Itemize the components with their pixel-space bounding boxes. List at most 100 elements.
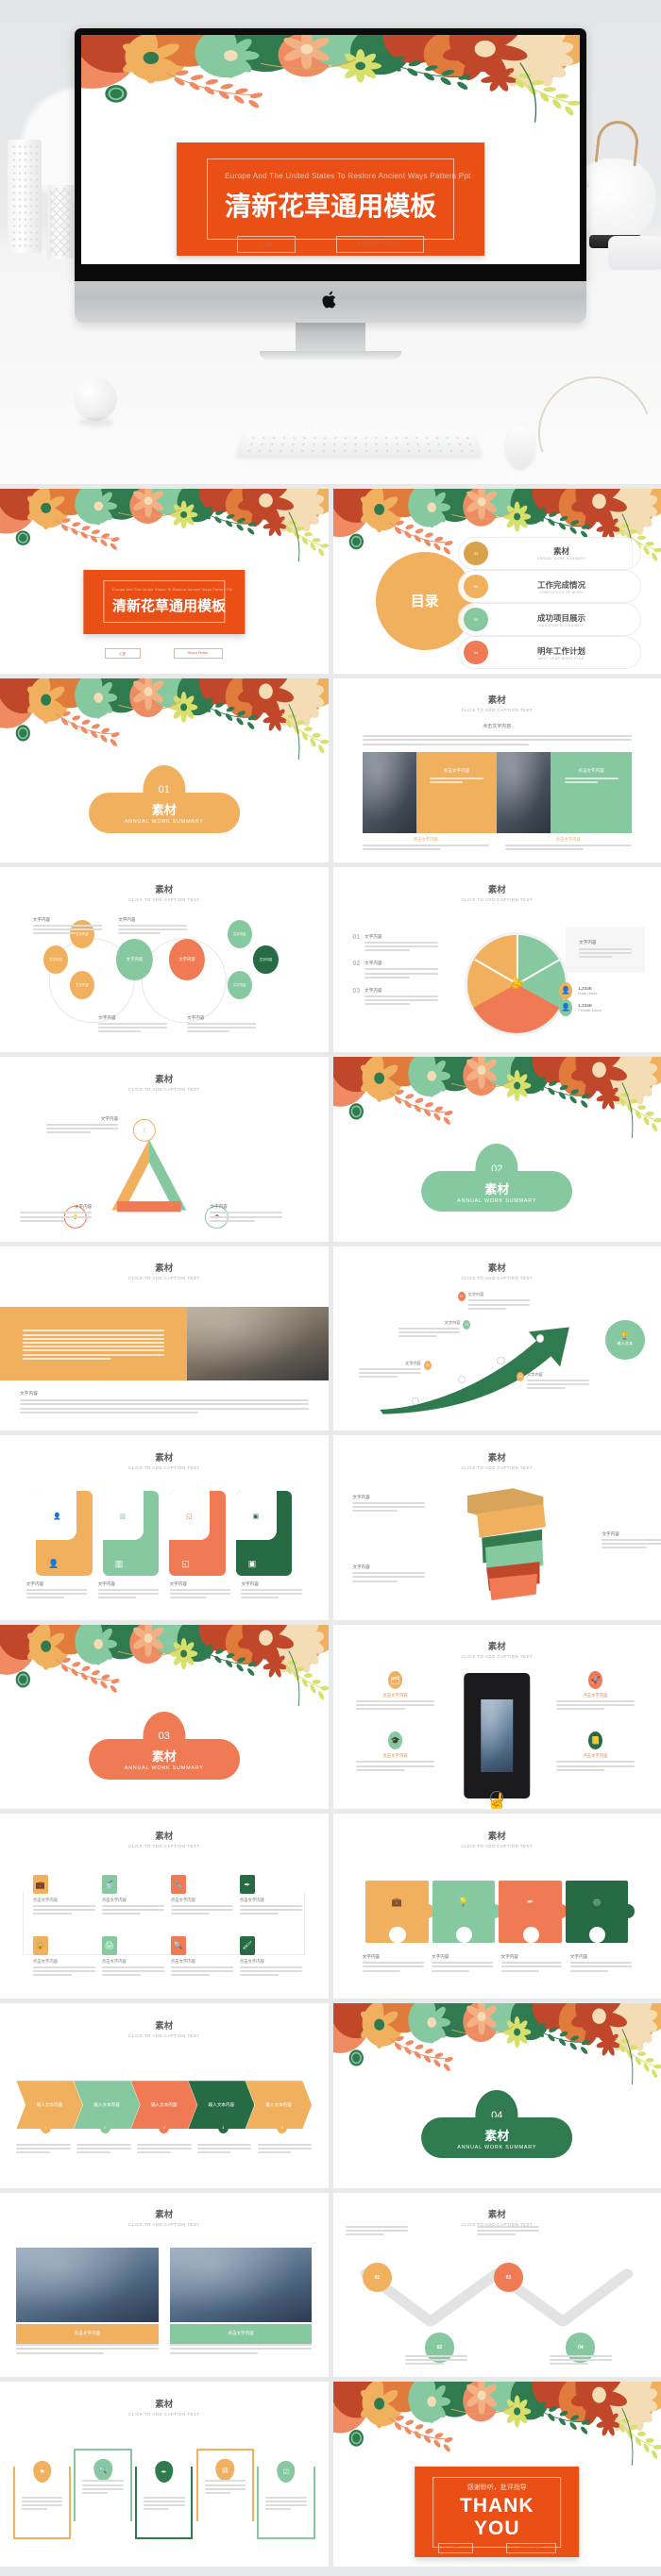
toc-label: 工作完成情况COMPLETION OF WORK xyxy=(488,579,636,594)
toc-label: 成功项目展示SUCCESSFUL PROJECT xyxy=(488,612,636,627)
bottom-caption-zh: 点击文字内容 xyxy=(505,837,632,843)
ribbon-label-zh: 文字内容 xyxy=(352,1564,424,1570)
placeholder-text xyxy=(171,1966,233,1976)
photo-placeholder xyxy=(497,752,551,833)
puzzle-socket xyxy=(523,1927,539,1943)
slide-thumbnail-8[interactable]: 02素材ANNUAL WORK SUMMARY xyxy=(333,1057,661,1242)
toc-list: 01素材ANNUAL WORK SUMMARY02工作完成情况COMPLETIO… xyxy=(458,537,642,669)
timeline-node: 🔍点击文字内容 xyxy=(171,1936,233,1979)
placeholder-text xyxy=(352,1572,424,1581)
hero-field-report-person[interactable]: Report Person: xyxy=(336,236,424,253)
toc-badge: 01 xyxy=(464,542,487,565)
hero-field-reporter[interactable]: 汇报: xyxy=(237,236,296,253)
puzzle-piece[interactable]: 💡 xyxy=(432,1881,495,1944)
bottom-caption: 点击文字内容 xyxy=(505,837,632,852)
chevron-badge: 3 xyxy=(159,2121,169,2133)
placeholder-text xyxy=(556,1700,635,1710)
slide-thumbnail-6[interactable]: 素材CLICK TO ADD CAPTION TEXT01文字内容02文字内容0… xyxy=(333,867,661,1052)
slide-thumbnail-21[interactable]: 素材CLICK TO ADD CAPTION TEXT⚑🔍✒▤☑ xyxy=(0,2382,329,2567)
step-box[interactable]: 🔍 xyxy=(74,2449,131,2521)
slide-thumbnail-15[interactable]: 素材CLICK TO ADD CAPTION TEXT💼点击文字内容🥤点击文字内… xyxy=(0,1814,329,1999)
slide-thumbnail-20[interactable]: 素材CLICK TO ADD CAPTION TEXT 01020304 xyxy=(333,2193,661,2378)
slide-thumbnail-12[interactable]: 素材CLICK TO ADD CAPTION TEXT ▦❧⚑文字内容文字内容文… xyxy=(333,1435,661,1620)
step-box[interactable]: ☑ xyxy=(257,2467,314,2539)
slide-thumbnail-16[interactable]: 素材CLICK TO ADD CAPTION TEXT💼💡✒◎文字内容文字内容文… xyxy=(333,1814,661,1999)
ribbon-label-zh: 文字内容 xyxy=(602,1531,661,1537)
info-card[interactable]: 👤👤 xyxy=(36,1491,93,1576)
step-box[interactable]: ▤ xyxy=(196,2449,254,2521)
arrow-tip-label: 输入文本 xyxy=(617,1341,633,1347)
pie-item-zh: 文字内容 xyxy=(364,988,438,994)
puzzle-piece[interactable]: 💼 xyxy=(365,1881,428,1944)
placeholder-text xyxy=(398,1328,460,1337)
step-box[interactable]: ✒ xyxy=(135,2467,193,2539)
toc-item-03[interactable]: 03成功项目展示SUCCESSFUL PROJECT xyxy=(458,603,642,636)
placeholder-text xyxy=(240,1905,302,1915)
caption-zh: 素材 xyxy=(0,1829,329,1842)
slide-thumbnail-5[interactable]: 素材CLICK TO ADD CAPTION TEXT文字内容文字内容文字内容文… xyxy=(0,867,329,1052)
placeholder-text xyxy=(210,1212,281,1221)
caption-zh: 素材 xyxy=(0,2207,329,2220)
pie-item-num: 03 xyxy=(352,988,360,1008)
timeline-node: 🖌点击文字内容 xyxy=(240,1936,302,1979)
slide-thumbnail-11[interactable]: 素材CLICK TO ADD CAPTION TEXT👤👤▥▥◱◱▣▣文字内容文… xyxy=(0,1435,329,1620)
pie-item-zh: 文字内容 xyxy=(364,934,438,940)
slide-caption: 素材CLICK TO ADD CAPTION TEXT xyxy=(333,2207,661,2227)
step-box[interactable]: ⚑ xyxy=(13,2467,71,2539)
placeholder-text xyxy=(118,925,187,934)
toc-item-04[interactable]: 04明年工作计划NEXT YEAR WORK PLAN xyxy=(458,636,642,669)
slide-caption: 素材CLICK TO ADD CAPTION TEXT xyxy=(333,1261,661,1280)
placeholder-text xyxy=(82,2480,124,2496)
brush-icon: 🖌 xyxy=(240,1936,255,1955)
slide-thumbnail-7[interactable]: 素材CLICK TO ADD CAPTION TEXT ▯📣💡文字内容文字内容文… xyxy=(0,1057,329,1242)
chevron-captions xyxy=(16,2144,312,2156)
slide-thumbnail-17[interactable]: 素材CLICK TO ADD CAPTION TEXT输入文本内容输入文本内容输… xyxy=(0,2003,329,2188)
lock-icon: 🔒 xyxy=(33,1936,48,1955)
chevron-caption xyxy=(197,2144,252,2156)
apple-icon xyxy=(322,290,339,310)
puzzle-socket xyxy=(456,1927,472,1943)
slide-thumbnail-22[interactable]: 感谢聆听，批评指导THANK YOU汇报:Report Person: xyxy=(333,2382,661,2567)
slide-thumbnail-19[interactable]: 素材CLICK TO ADD CAPTION TEXT点击文字内容点击文字内容 xyxy=(0,2193,329,2378)
info-card[interactable]: ▣▣ xyxy=(236,1491,293,1576)
puzzle-caption-zh: 文字内容 xyxy=(363,1954,424,1960)
placeholder-text xyxy=(265,2497,307,2513)
toc-item-02[interactable]: 02工作完成情况COMPLETION OF WORK xyxy=(458,570,642,603)
hero-fields: 汇报: Report Person: xyxy=(81,236,580,253)
slide-thumbnail-1[interactable]: Europe And The United States To Restore … xyxy=(0,489,329,674)
slide-caption: 素材CLICK TO ADD CAPTION TEXT xyxy=(333,1639,661,1659)
toc-item-01[interactable]: 01素材ANNUAL WORK SUMMARY xyxy=(458,537,642,570)
tablet-item-zh: 点击文字内容 xyxy=(356,1693,434,1698)
slide-thumbnail-14[interactable]: 素材CLICK TO ADD CAPTION TEXT☝🗂点击文字内容🚀点击文字… xyxy=(333,1625,661,1810)
puzzle-piece[interactable]: ✒ xyxy=(499,1881,561,1944)
toc-label: 明年工作计划NEXT YEAR WORK PLAN xyxy=(488,645,636,661)
slide-thumbnail-9[interactable]: 素材CLICK TO ADD CAPTION TEXT文字内容 xyxy=(0,1246,329,1431)
placeholder-text xyxy=(468,1299,530,1309)
info-card[interactable]: ▥▥ xyxy=(103,1491,160,1576)
slide-thumbnail-13[interactable]: 03素材ANNUAL WORK SUMMARY xyxy=(0,1625,329,1810)
slide-thumbnail-3[interactable]: 01素材ANNUAL WORK SUMMARY xyxy=(0,678,329,863)
puzzle-piece[interactable]: ◎ xyxy=(566,1881,628,1944)
chevron-badge-wrap: 2 xyxy=(76,2121,135,2133)
footer-zh: 文字内容 xyxy=(20,1390,309,1397)
placeholder-text xyxy=(359,1368,420,1378)
pen-icon: ✒ xyxy=(155,2461,174,2483)
chart-icon-white: ▥ xyxy=(115,1559,124,1569)
placeholder-text xyxy=(527,1380,588,1389)
caption-zh: 素材 xyxy=(333,1639,661,1652)
section-en: ANNUAL WORK SUMMARY xyxy=(89,1765,240,1771)
info-card[interactable]: ◱◱ xyxy=(169,1491,226,1576)
slide-thumbnail-10[interactable]: 素材CLICK TO ADD CAPTION TEXT 🏆输入文本文字内容01文… xyxy=(333,1246,661,1431)
bottom-captions: 点击文字内容 点击文字内容 xyxy=(363,837,632,852)
title-main: 清新花草通用模板 xyxy=(112,595,215,615)
card-captions: 文字内容文字内容文字内容文字内容 xyxy=(26,1581,302,1601)
section-zh: 素材 xyxy=(89,1747,240,1765)
placeholder-text xyxy=(46,1124,118,1133)
bottom-caption: 点击文字内容 xyxy=(363,837,489,852)
slide-thumbnail-18[interactable]: 04素材ANNUAL WORK SUMMARY xyxy=(333,2003,661,2188)
card-caption-zh: 文字内容 xyxy=(26,1581,87,1587)
slide-thumbnail-4[interactable]: 素材CLICK TO ADD CAPTION TEXT点击文字内容点击文字内容点… xyxy=(333,678,661,863)
slide-thumbnail-2[interactable]: 目录01素材ANNUAL WORK SUMMARY02工作完成情况COMPLET… xyxy=(333,489,661,674)
building-caption xyxy=(16,2344,158,2356)
caption-zh: 素材 xyxy=(333,1450,661,1464)
